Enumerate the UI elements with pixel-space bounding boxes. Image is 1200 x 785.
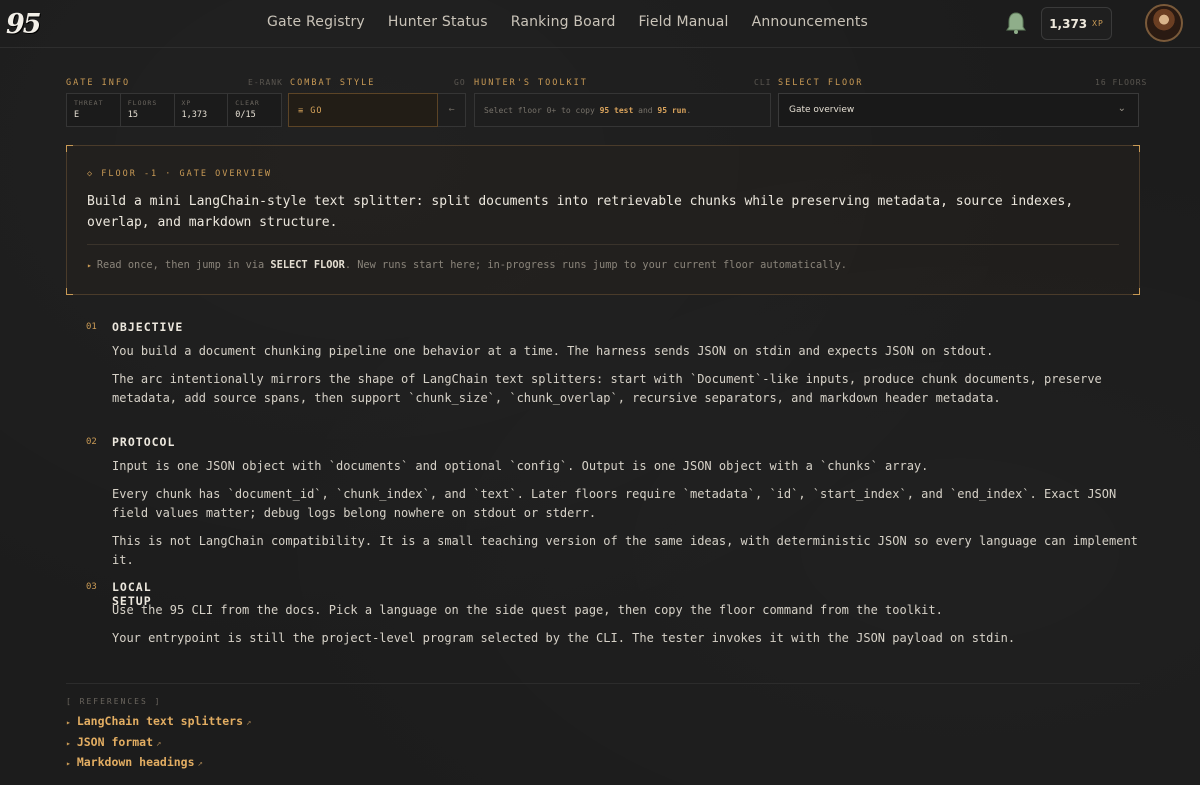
external-link-icon: ↗: [156, 739, 162, 749]
triangle-right-icon: ▸: [66, 739, 71, 748]
section-paragraph: Input is one JSON object with `documents…: [112, 459, 929, 473]
corner-accent: [66, 145, 73, 152]
triangle-right-icon: ▸: [66, 718, 71, 727]
gate-info-grid: THREAT E FLOORS 15 XP 1,373 CLEAR 0/15: [66, 93, 282, 127]
gate-cell-value: 0/15: [235, 110, 256, 120]
section-title: OBJECTIVE: [112, 320, 184, 334]
logo[interactable]: 95: [6, 9, 42, 40]
corner-accent: [66, 288, 73, 295]
hint-emphasis: SELECT FLOOR: [270, 259, 345, 271]
toolkit-cmd-test[interactable]: 95 test: [600, 106, 634, 115]
nav-hunter-status[interactable]: Hunter Status: [388, 14, 488, 30]
nav-gate-registry[interactable]: Gate Registry: [267, 14, 365, 30]
toolkit-label: HUNTER'S TOOLKIT: [474, 78, 588, 88]
reference-link-text[interactable]: JSON format: [77, 735, 153, 749]
top-nav-bar: 95 Gate Registry Hunter Status Ranking B…: [0, 0, 1200, 48]
gate-info-label: GATE INFO: [66, 78, 131, 88]
hint-text: Read once, then jump in via: [96, 259, 271, 271]
gate-cell-floors: FLOORS 15: [121, 94, 175, 126]
gate-cell-key: XP: [181, 99, 192, 107]
floor-count: 16 FLOORS: [1095, 78, 1148, 87]
corner-accent: [1133, 288, 1140, 295]
reference-link[interactable]: ▸ JSON format ↗: [66, 735, 161, 749]
section-paragraph: Your entrypoint is still the project-lev…: [112, 631, 1016, 645]
combat-style-meta: GO: [454, 78, 466, 87]
hint-text: . New runs start here; in-progress runs …: [344, 259, 847, 271]
gate-overview-panel: ◇ FLOOR -1 · GATE OVERVIEW Build a mini …: [66, 145, 1140, 295]
select-floor-value: Gate overview: [789, 105, 855, 115]
toolkit-meta: CLI: [754, 78, 772, 87]
section-title: PROTOCOL: [112, 435, 176, 449]
main-nav: Gate Registry Hunter Status Ranking Boar…: [267, 14, 891, 30]
toolkit-text: Select floor 0+ to copy: [484, 106, 600, 115]
section-paragraph: You build a document chunking pipeline o…: [112, 344, 994, 358]
overview-hint: ▸ Read once, then jump in via SELECT FLOO…: [87, 259, 847, 271]
toolkit-text: .: [686, 106, 692, 115]
combat-style-select[interactable]: ≡ GO: [288, 93, 438, 127]
toolkit-box: Select floor 0+ to copy 95 test and 95 r…: [474, 93, 771, 127]
triangle-right-icon: ▸: [87, 261, 92, 270]
references-label: [ REFERENCES ]: [66, 697, 162, 706]
section-number: 02: [86, 437, 97, 447]
section-paragraph: Every chunk has `document_id`, `chunk_in…: [112, 487, 1117, 520]
gate-cell-threat: THREAT E: [67, 94, 121, 126]
combat-style-label: COMBAT STYLE: [290, 78, 376, 88]
divider: [66, 683, 1140, 684]
gate-cell-value: 15: [127, 110, 138, 120]
toolkit-text: and: [633, 106, 658, 115]
divider: [87, 244, 1119, 245]
gate-cell-xp: XP 1,373: [175, 94, 229, 126]
gate-rank: E-RANK: [248, 78, 283, 87]
avatar[interactable]: [1145, 4, 1183, 42]
chevron-down-icon: ⌄: [1117, 103, 1126, 114]
corner-accent: [1133, 145, 1140, 152]
external-link-icon: ↗: [246, 718, 252, 728]
section-paragraph: This is not LangChain compatibility. It …: [112, 534, 1138, 567]
overview-tag: ◇ FLOOR -1 · GATE OVERVIEW: [87, 169, 273, 179]
nav-announcements[interactable]: Announcements: [752, 14, 868, 30]
xp-unit: XP: [1092, 19, 1104, 28]
nav-field-manual[interactable]: Field Manual: [639, 14, 729, 30]
section-paragraph: Use the 95 CLI from the docs. Pick a lan…: [112, 603, 943, 617]
nav-ranking-board[interactable]: Ranking Board: [511, 14, 616, 30]
gate-cell-value: E: [74, 110, 80, 120]
triangle-right-icon: ▸: [66, 759, 71, 768]
arrow-left-icon[interactable]: ←: [438, 93, 466, 127]
reference-link-text[interactable]: Markdown headings: [77, 755, 195, 769]
overview-description: Build a mini LangChain-style text splitt…: [87, 194, 1074, 230]
section-number: 01: [86, 322, 97, 332]
select-floor-dropdown[interactable]: Gate overview ⌄: [778, 93, 1139, 127]
reference-link-text[interactable]: LangChain text splitters: [77, 714, 243, 728]
toolkit-cmd-run[interactable]: 95 run: [657, 106, 686, 115]
external-link-icon: ↗: [197, 759, 203, 769]
gate-cell-value: 1,373: [181, 110, 208, 120]
bell-icon[interactable]: [1005, 11, 1027, 35]
gate-cell-clear: CLEAR 0/15: [228, 94, 281, 126]
reference-link[interactable]: ▸ LangChain text splitters ↗: [66, 714, 251, 728]
gate-cell-key: CLEAR: [235, 99, 260, 107]
section-paragraph: The arc intentionally mirrors the shape …: [112, 372, 1102, 405]
xp-value: 1,373: [1049, 16, 1088, 31]
gate-cell-key: FLOORS: [127, 99, 158, 107]
reference-link[interactable]: ▸ Markdown headings ↗: [66, 755, 203, 769]
select-floor-label: SELECT FLOOR: [778, 78, 864, 88]
xp-counter[interactable]: 1,373 XP: [1041, 7, 1112, 40]
section-number: 03: [86, 582, 97, 592]
gate-cell-key: THREAT: [74, 99, 104, 107]
